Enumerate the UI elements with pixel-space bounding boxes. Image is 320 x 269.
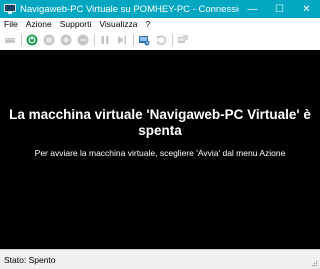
save-button[interactable] [76,33,90,47]
minimize-button[interactable]: — [239,0,266,18]
close-button[interactable]: ✕ [293,0,320,18]
revert-icon [156,35,167,46]
maximize-button[interactable]: ☐ [266,0,293,18]
menu-bar: File Azione Supporti Visualizza ? [0,18,320,30]
menu-help[interactable]: ? [142,18,155,30]
vm-off-hint: Per avviare la macchina virtuale, scegli… [34,148,286,158]
start-button[interactable] [25,33,39,47]
pause-button[interactable] [98,33,112,47]
menu-supporti[interactable]: Supporti [56,18,96,30]
toolbar [0,30,320,50]
checkpoint-button[interactable] [137,33,151,47]
title-bar[interactable]: Navigaweb-PC Virtuale su POMHEY-PC - Con… [0,0,320,18]
status-bar: Stato: Spento [0,249,320,269]
toolbar-separator [172,34,173,46]
vm-connection-icon [4,4,16,14]
checkpoint-icon [139,36,150,46]
vm-screen[interactable]: La macchina virtuale 'Navigaweb-PC Virtu… [0,50,320,249]
turn-off-icon [43,34,55,46]
toolbar-separator [21,34,22,46]
enhanced-session-button[interactable] [176,33,190,47]
status-text: Stato: Spento [4,254,56,265]
reset-icon [118,36,126,44]
shutdown-icon [60,34,72,46]
toolbar-separator [94,34,95,46]
menu-visualizza[interactable]: Visualizza [95,18,141,30]
ctrl-alt-del-button[interactable] [3,33,17,47]
start-icon [26,34,38,46]
pause-icon [101,36,109,44]
turn-off-button[interactable] [42,33,56,47]
toolbar-separator [133,34,134,46]
enhanced-session-icon [178,35,188,43]
revert-button[interactable] [154,33,168,47]
resize-grip-icon[interactable] [310,259,318,267]
save-icon [77,34,89,46]
reset-button[interactable] [115,33,129,47]
vm-off-message: La macchina virtuale 'Navigaweb-PC Virtu… [9,107,311,138]
window-title: Navigaweb-PC Virtuale su POMHEY-PC - Con… [20,3,239,15]
ctrl-alt-del-icon [5,38,15,43]
menu-azione[interactable]: Azione [22,18,56,30]
menu-file[interactable]: File [0,18,22,30]
shutdown-button[interactable] [59,33,73,47]
